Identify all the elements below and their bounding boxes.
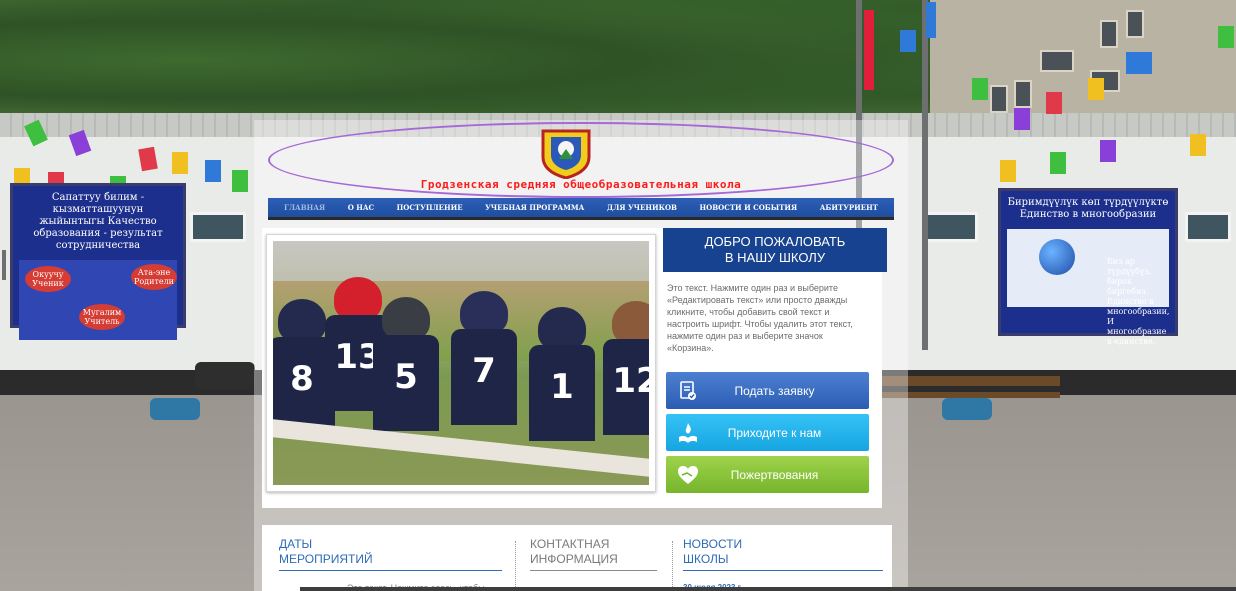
photo-player: 7 <box>451 291 517 425</box>
nav-news[interactable]: НОВОСТИ И СОБЫТИЯ <box>700 203 798 212</box>
poster-node: Окуучу Ученик <box>25 266 71 292</box>
poster-node: Ата-эне Родители <box>131 264 177 290</box>
main-content: 8 13 5 7 1 12 ДОБРО ПОЖАЛОВАТЬ В НАШУ ШК… <box>262 228 887 508</box>
bunting-flag <box>972 78 988 100</box>
bunting-flag <box>1014 108 1030 130</box>
jersey-number: 5 <box>394 357 418 397</box>
document-check-icon <box>666 380 710 401</box>
visit-button-label: Приходите к нам <box>727 425 822 440</box>
nav-about[interactable]: О НАС <box>348 203 374 212</box>
photo-player: 1 <box>529 307 595 441</box>
poster-right-side-text: Биз ар түрдүүбүз, бирок биргебиз. Единст… <box>1107 257 1170 346</box>
bunting-flag <box>232 170 248 192</box>
welcome-column: ДОБРО ПОЖАЛОВАТЬ В НАШУ ШКОЛУ Это текст.… <box>662 228 887 508</box>
heart-hand-icon <box>666 464 710 486</box>
bunting-flag <box>172 152 188 174</box>
welcome-text: Это текст. Нажмите один раз и выберите «… <box>667 283 853 353</box>
building-right <box>930 0 1236 120</box>
contact-rule <box>530 570 657 571</box>
events-rule <box>279 570 502 571</box>
main-nav: ГЛАВНАЯ О НАС ПОСТУПЛЕНИЕ УЧЕБНАЯ ПРОГРА… <box>268 198 894 217</box>
building-window <box>1100 20 1118 48</box>
poster-right: Биримдүүлүк көп түрдүүлүктө Единство в м… <box>998 188 1178 346</box>
bunting-flag <box>1218 26 1234 48</box>
events-heading: ДАТЫ МЕРОПРИЯТИЙ <box>279 537 373 566</box>
planter <box>195 362 255 390</box>
photo-player: 12 <box>603 301 649 435</box>
column-divider <box>515 541 516 591</box>
jersey-number: 1 <box>550 367 574 407</box>
bunting-flag <box>1046 92 1062 114</box>
jersey-number: 12 <box>612 361 649 401</box>
poster-left: Сапаттуу билим - кызматташуунун жыйынтыг… <box>10 183 186 340</box>
news-column: НОВОСТИ ШКОЛЫ <box>683 537 883 571</box>
visit-button[interactable]: Приходите к нам <box>666 414 869 451</box>
bunting-flag <box>1000 160 1016 182</box>
welcome-heading: ДОБРО ПОЖАЛОВАТЬ В НАШУ ШКОЛУ <box>663 228 887 272</box>
news-heading: НОВОСТИ ШКОЛЫ <box>683 537 743 566</box>
fence-post <box>2 250 6 280</box>
bunting-flag <box>205 160 221 182</box>
building-window <box>990 85 1008 113</box>
nav-applicant[interactable]: АБИТУРИЕНТ <box>820 203 878 212</box>
bunting-flag <box>1088 78 1104 100</box>
poster-node: Мугалим Учитель <box>79 304 125 330</box>
flag-blue <box>900 30 916 52</box>
building-window <box>1040 50 1074 72</box>
nav-home[interactable]: ГЛАВНАЯ <box>284 203 325 212</box>
wall-window <box>190 212 246 242</box>
news-rule <box>683 570 883 571</box>
apply-button[interactable]: Подать заявку <box>666 372 869 409</box>
site-header: Гродзенская средняя общеобразовательная … <box>254 120 908 198</box>
flame-book-icon <box>666 422 710 444</box>
hero-photo: 8 13 5 7 1 12 <box>273 241 649 485</box>
site-container: Гродзенская средняя общеобразовательная … <box>254 120 908 591</box>
column-divider <box>672 541 673 591</box>
hero-photo-frame: 8 13 5 7 1 12 <box>266 234 656 492</box>
nav-admission[interactable]: ПОСТУПЛЕНИЕ <box>397 203 463 212</box>
wall-window <box>922 212 978 242</box>
building-window <box>1126 10 1144 38</box>
page-bottom-bar <box>300 587 1236 591</box>
bunting-flag <box>1050 152 1066 174</box>
bunting-flag <box>1190 134 1206 156</box>
bunting-flag <box>1100 140 1116 162</box>
photo-player: 5 <box>373 297 439 431</box>
nav-curriculum[interactable]: УЧЕБНАЯ ПРОГРАММА <box>485 203 584 212</box>
donate-button[interactable]: Пожертвования <box>666 456 869 493</box>
info-section: ДАТЫ МЕРОПРИЯТИЙ Это текст. Нажмите здес… <box>262 525 892 591</box>
painted-tire <box>942 398 992 420</box>
building-window <box>1014 80 1032 108</box>
bunting-flag <box>1126 52 1152 74</box>
nav-shadow <box>268 217 894 220</box>
wall-window <box>1185 212 1231 242</box>
contact-column: КОНТАКТНАЯ ИНФОРМАЦИЯ <box>530 537 657 571</box>
contact-heading: КОНТАКТНАЯ ИНФОРМАЦИЯ <box>530 537 618 566</box>
poster-left-diagram: Окуучу Ученик Ата-эне Родители Мугалим У… <box>19 260 177 340</box>
events-column: ДАТЫ МЕРОПРИЯТИЙ <box>279 537 502 571</box>
flag-red <box>864 10 874 90</box>
flag-blue <box>926 2 936 38</box>
school-emblem-icon <box>541 129 591 179</box>
globe-icon <box>1039 239 1075 275</box>
poster-left-title: Сапаттуу билим - кызматташуунун жыйынтыг… <box>33 192 163 251</box>
site-title: Гродзенская средняя общеобразовательная … <box>420 178 742 191</box>
nav-students[interactable]: ДЛЯ УЧЕНИКОВ <box>607 203 677 212</box>
jersey-number: 7 <box>472 351 496 391</box>
apply-button-label: Подать заявку <box>734 383 815 398</box>
flag-pole <box>922 0 928 350</box>
painted-tire <box>150 398 200 420</box>
poster-right-title: Биримдүүлүк көп түрдүүлүктө Единство в м… <box>1007 197 1169 220</box>
donate-button-label: Пожертвования <box>730 467 819 482</box>
